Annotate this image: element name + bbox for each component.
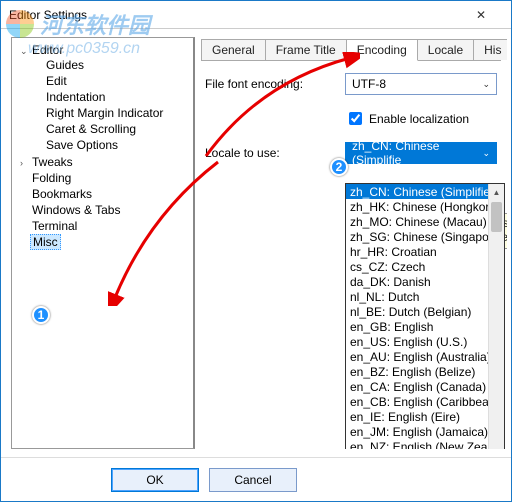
tree-item[interactable]: Guides — [32, 57, 189, 73]
locale-option[interactable]: cs_CZ: Czech — [346, 259, 488, 274]
tree-item[interactable]: Windows & Tabs — [18, 202, 191, 218]
settings-tree[interactable]: ⌄Editor GuidesEditIndentationRight Margi… — [11, 37, 195, 449]
locale-select[interactable]: zh_CN: Chinese (Simplifie ⌄ — [345, 142, 497, 164]
locale-option[interactable]: en_US: English (U.S.) — [346, 334, 488, 349]
font-encoding-select[interactable]: UTF-8 ⌄ — [345, 73, 497, 95]
chevron-down-icon: ⌄ — [482, 148, 490, 159]
tab-locale[interactable]: Locale — [417, 39, 474, 60]
tab-frame-title[interactable]: Frame Title — [265, 39, 347, 60]
close-button[interactable]: ✕ — [459, 4, 503, 26]
font-encoding-label: File font encoding: — [205, 77, 345, 91]
locale-option[interactable]: en_GB: English — [346, 319, 488, 334]
enable-localization-checkbox[interactable]: Enable localization — [345, 109, 469, 128]
tab-general[interactable]: General — [201, 39, 266, 60]
tab-bar: GeneralFrame TitleEncodingLocaleHis ◄ ► — [201, 37, 501, 61]
locale-option[interactable]: en_IE: English (Eire) — [346, 409, 488, 424]
scroll-up-button[interactable]: ▲ — [489, 184, 504, 200]
locale-option[interactable]: hr_HR: Croatian — [346, 244, 488, 259]
locale-option[interactable]: en_BZ: English (Belize) — [346, 364, 488, 379]
tree-item[interactable]: Misc — [18, 234, 191, 250]
locale-option[interactable]: en_CB: English (Caribbea — [346, 394, 488, 409]
dialog-title: Editor Settings — [9, 8, 459, 22]
cancel-button[interactable]: Cancel — [209, 468, 297, 492]
locale-option[interactable]: zh_MO: Chinese (Macau) — [346, 214, 488, 229]
locale-option[interactable]: da_DK: Danish — [346, 274, 488, 289]
tree-item[interactable]: Save Options — [32, 137, 189, 153]
tree-item-editor[interactable]: ⌄Editor GuidesEditIndentationRight Margi… — [18, 42, 191, 154]
titlebar: Editor Settings ✕ — [1, 1, 511, 29]
locale-option[interactable]: zh_CN: Chinese (Simplifie — [346, 184, 488, 199]
settings-panel: GeneralFrame TitleEncodingLocaleHis ◄ ► … — [195, 37, 507, 449]
enable-localization-label: Enable localization — [369, 112, 469, 126]
caret-down-icon: ⌄ — [20, 46, 30, 57]
dialog-body: ⌄Editor GuidesEditIndentationRight Margi… — [1, 29, 511, 457]
font-encoding-value: UTF-8 — [352, 77, 386, 91]
checkbox-input[interactable] — [349, 112, 362, 125]
editor-settings-dialog: Editor Settings ✕ ⌄Editor GuidesEditInde… — [0, 0, 512, 502]
tab-encoding[interactable]: Encoding — [346, 39, 418, 61]
locale-dropdown[interactable]: zh_CN: Chinese (Simplifiezh_HK: Chinese … — [345, 183, 505, 449]
tree-item[interactable]: Folding — [18, 170, 191, 186]
locale-option[interactable]: en_AU: English (Australia) — [346, 349, 488, 364]
tree-item[interactable]: Edit — [32, 73, 189, 89]
locale-option[interactable]: en_CA: English (Canada) — [346, 379, 488, 394]
chevron-down-icon: ⌄ — [482, 79, 490, 90]
tree-item[interactable]: Terminal — [18, 218, 191, 234]
locale-option[interactable]: en_NZ: English (New Zeal — [346, 439, 488, 449]
locale-option[interactable]: zh_HK: Chinese (Hongkor — [346, 199, 488, 214]
dialog-footer: OK Cancel — [1, 457, 511, 501]
tree-item[interactable]: Indentation — [32, 89, 189, 105]
caret-right-icon: › — [20, 158, 30, 168]
locale-option[interactable]: nl_NL: Dutch — [346, 289, 488, 304]
locale-option[interactable]: nl_BE: Dutch (Belgian) — [346, 304, 488, 319]
close-icon: ✕ — [476, 8, 486, 22]
dropdown-scrollbar[interactable]: ▲ ▼ — [488, 184, 504, 449]
tree-item[interactable]: Right Margin Indicator — [32, 105, 189, 121]
tree-item[interactable]: ›Tweaks — [18, 154, 191, 170]
tree-item[interactable]: Bookmarks — [18, 186, 191, 202]
locale-value: zh_CN: Chinese (Simplifie — [352, 139, 482, 167]
locale-label: Locale to use: — [205, 146, 345, 160]
ok-button[interactable]: OK — [111, 468, 199, 492]
tab-his[interactable]: His — [473, 39, 507, 60]
locale-option[interactable]: en_JM: English (Jamaica) — [346, 424, 488, 439]
locale-option[interactable]: zh_SG: Chinese (Singapor — [346, 229, 488, 244]
scroll-thumb[interactable] — [491, 202, 502, 232]
tree-item[interactable]: Caret & Scrolling — [32, 121, 189, 137]
